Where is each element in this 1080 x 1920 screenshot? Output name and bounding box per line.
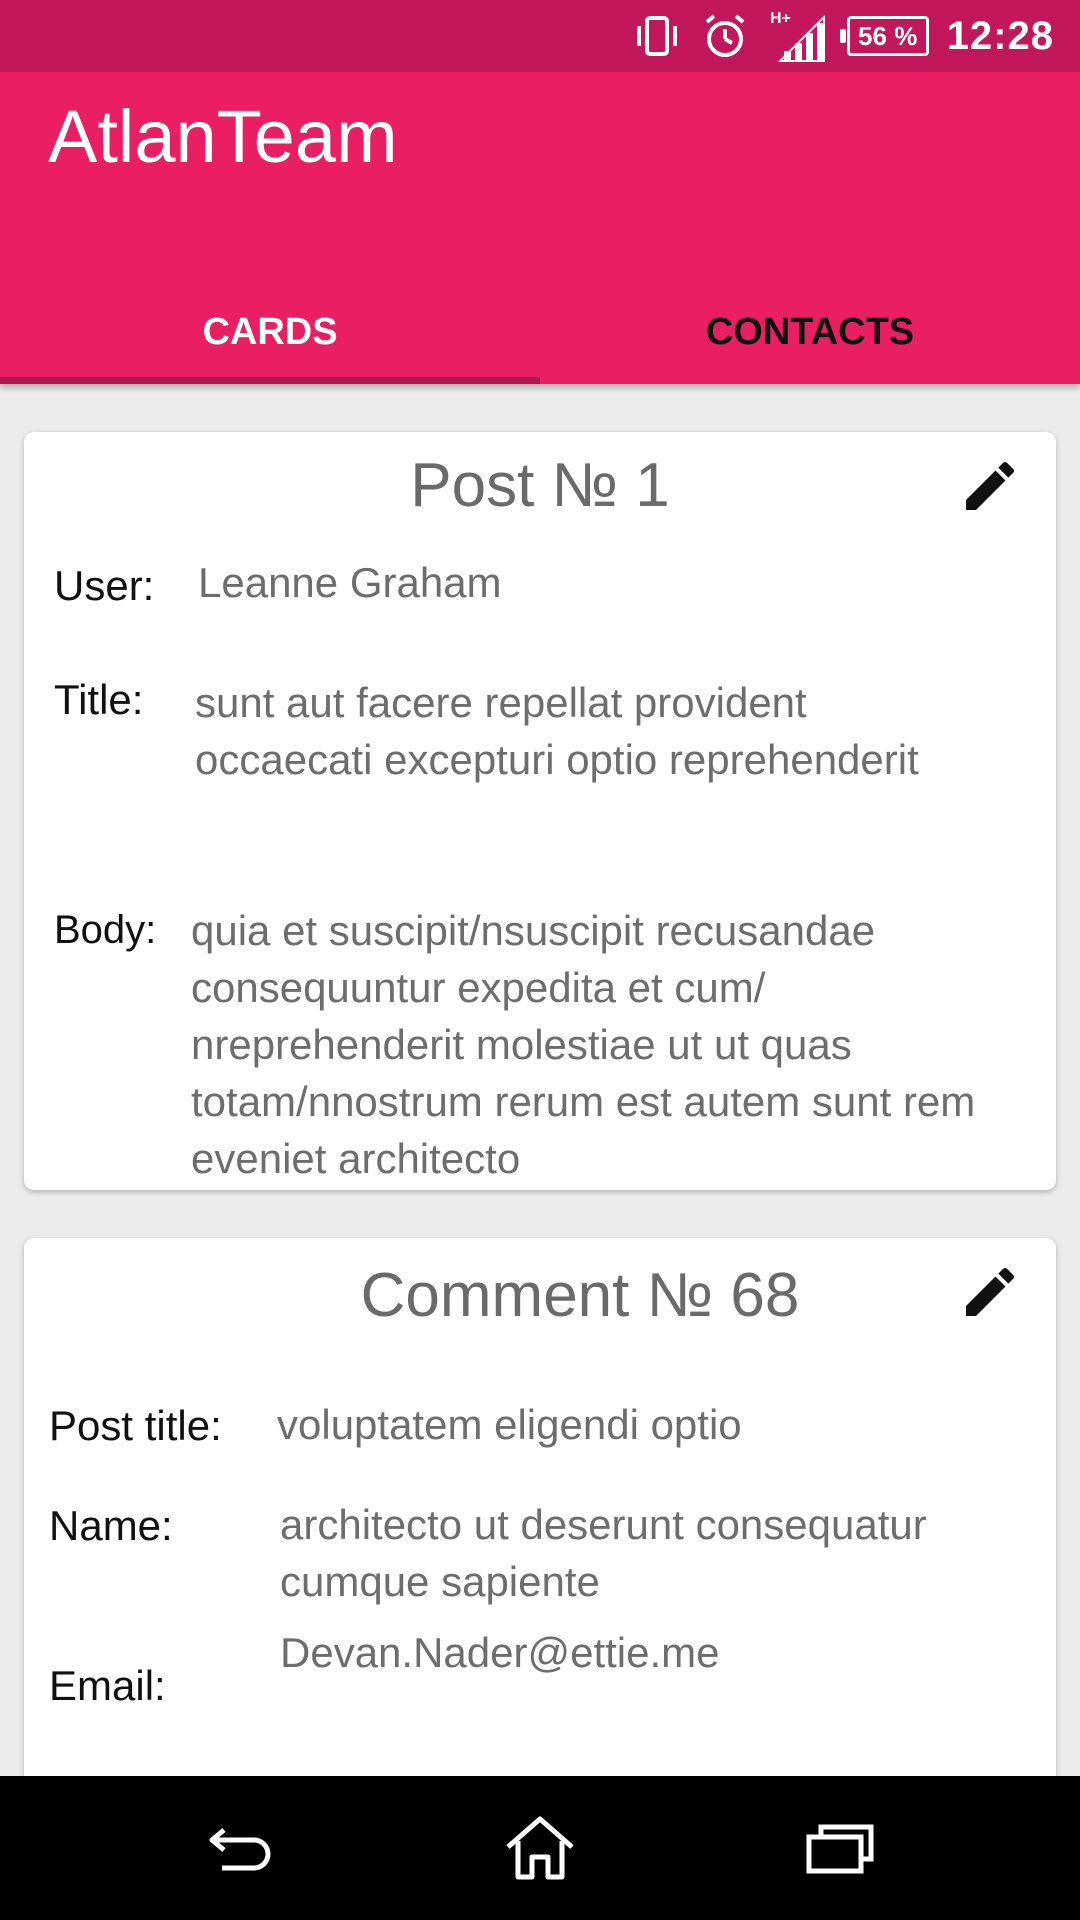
post-title-value: voluptatem eligendi optio [277,1401,742,1448]
user-value: Leanne Graham [198,559,502,606]
email-label: Email: [49,1662,166,1709]
signal-h-plus-icon: H+ [765,8,835,64]
vibrate-icon [629,8,685,64]
tab-cards[interactable]: CARDS [0,282,540,382]
battery-indicator: 56 % [839,16,929,56]
clock: 12:28 [946,13,1054,58]
name-label: Name: [49,1502,173,1549]
cards-list[interactable]: Post № 1 User: Leanne Graham Title: sunt… [0,384,1080,1776]
email-value: Devan.Nader@ettie.me [280,1629,720,1676]
body-value: quia et suscipit/nsuscipit recusandae co… [191,907,976,1182]
edit-icon[interactable] [958,454,1022,518]
card-title: Post № 1 [410,451,670,520]
status-bar: H+ 56 % 12:28 [0,0,1080,72]
title-value: sunt aut facere repellat provident occae… [195,679,919,783]
edit-icon[interactable] [958,1260,1022,1324]
alarm-icon [697,8,753,64]
tab-indicator [0,377,540,384]
navigation-bar [0,1776,1080,1920]
post-title-label: Post title: [49,1402,222,1449]
comment-card[interactable]: Comment № 68 Post title: voluptatem elig… [24,1238,1056,1776]
recents-icon[interactable] [790,1808,890,1888]
back-icon[interactable] [190,1808,290,1888]
app-title: AtlanTeam [48,95,398,178]
post-card[interactable]: Post № 1 User: Leanne Graham Title: sunt… [24,432,1056,1190]
body-label: Body: [54,908,157,952]
title-label: Title: [54,676,144,723]
card-title: Comment № 68 [360,1261,800,1330]
svg-text:H+: H+ [770,10,791,27]
home-icon[interactable] [490,1808,590,1888]
tab-contacts[interactable]: CONTACTS [540,282,1080,382]
app-bar: AtlanTeam CARDS CONTACTS [0,72,1080,384]
user-label: User: [54,562,155,609]
name-value: architecto ut deserunt consequatur cumqu… [280,1501,927,1605]
